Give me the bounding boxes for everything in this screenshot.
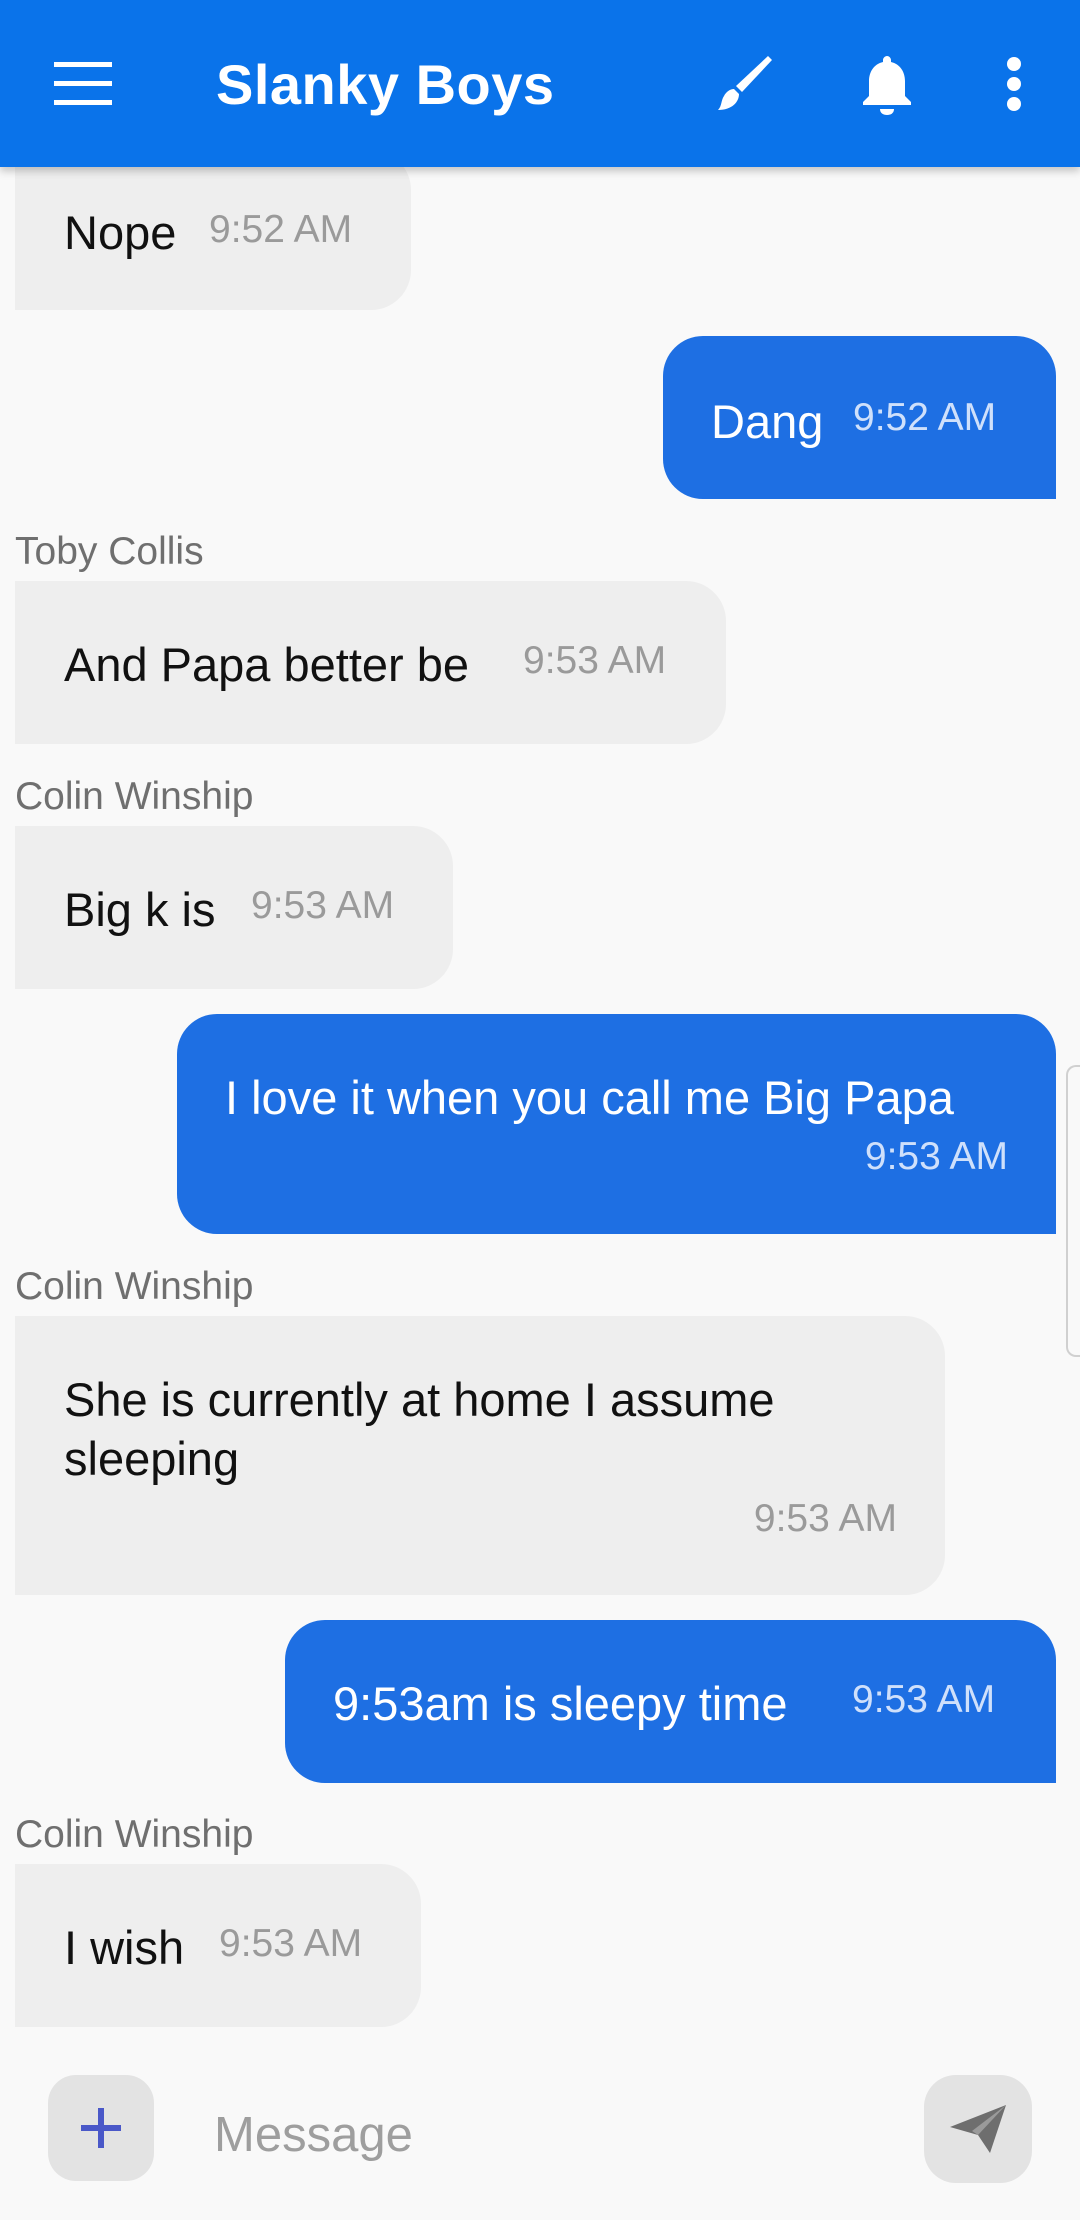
outgoing-message[interactable]: Dang 9:52 AM [663, 336, 1056, 499]
bell-icon [863, 56, 911, 115]
message-text: Dang [711, 395, 824, 448]
message-time: 9:53 AM [864, 1135, 1008, 1178]
message-time: 9:52 AM [209, 208, 353, 251]
message-text: I love it when you call me Big Papa [225, 1071, 954, 1124]
message-input[interactable] [214, 2100, 894, 2170]
send-icon [950, 2105, 1006, 2153]
app-bar: Slanky Boys [0, 0, 1080, 167]
theme-button[interactable] [700, 40, 788, 128]
incoming-message[interactable]: She is currently at home I assume sleepi… [15, 1316, 945, 1595]
sender-name: Colin Winship [15, 1265, 254, 1308]
sender-name: Colin Winship [15, 775, 254, 818]
page-title: Slanky Boys [216, 53, 555, 116]
message-text: She is currently at home I assume [64, 1373, 775, 1426]
sender-name: Colin Winship [15, 1813, 254, 1856]
outgoing-message[interactable]: I love it when you call me Big Papa 9:53… [177, 1014, 1056, 1234]
message-time: 9:53 AM [251, 884, 395, 927]
send-button[interactable] [924, 2075, 1032, 2183]
message-time: 9:53 AM [753, 1497, 897, 1540]
incoming-message[interactable]: And Papa better be 9:53 AM [15, 581, 726, 744]
scroll-indicator[interactable] [1066, 1065, 1080, 1357]
incoming-message[interactable]: I wish 9:53 AM [15, 1864, 421, 2027]
incoming-message[interactable]: Nope 9:52 AM [15, 150, 411, 310]
overflow-menu-button[interactable] [970, 40, 1058, 128]
add-icon [81, 2108, 121, 2148]
message-time: 9:52 AM [853, 396, 997, 439]
message-time: 9:53 AM [852, 1678, 996, 1721]
menu-button[interactable] [40, 40, 128, 128]
add-attachment-button[interactable] [48, 2075, 154, 2181]
outgoing-message[interactable]: 9:53am is sleepy time 9:53 AM [285, 1620, 1056, 1783]
sender-name: Toby Collis [15, 530, 204, 573]
message-text: And Papa better be [64, 638, 470, 691]
message-time: 9:53 AM [523, 639, 667, 682]
message-time: 9:53 AM [219, 1922, 363, 1965]
message-text: Nope [64, 206, 177, 259]
message-composer [0, 2040, 1080, 2220]
incoming-message[interactable]: Big k is 9:53 AM [15, 826, 453, 989]
more-vert-icon [1007, 57, 1021, 111]
message-text: Big k is [64, 883, 216, 936]
brush-icon [718, 56, 772, 110]
message-text: I wish [64, 1921, 185, 1974]
message-text: 9:53am is sleepy time [333, 1677, 788, 1730]
menu-icon [54, 62, 112, 105]
message-text: sleeping [64, 1432, 240, 1485]
chat-screen: Nope 9:52 AM Dang 9:52 AM Toby Collis An… [0, 0, 1080, 2220]
notifications-button[interactable] [843, 40, 931, 128]
message-thread[interactable]: Nope 9:52 AM Dang 9:52 AM Toby Collis An… [0, 0, 1080, 2040]
